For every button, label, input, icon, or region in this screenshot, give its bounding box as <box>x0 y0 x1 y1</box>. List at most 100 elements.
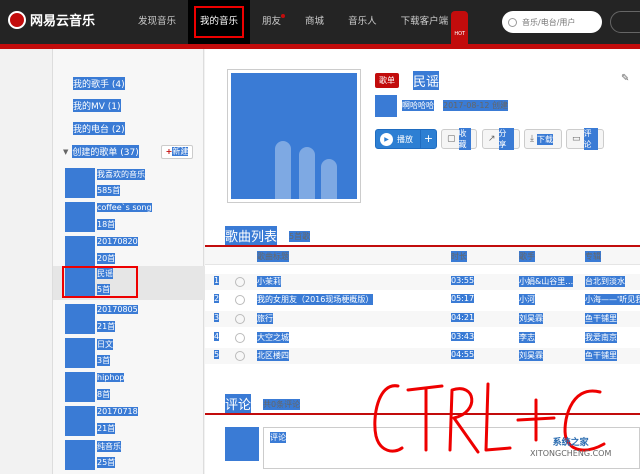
playlist-title: 20170820 <box>97 237 138 246</box>
song-album[interactable]: 小海——'听见我… <box>585 294 640 305</box>
sidebar: 我的歌手 (4) 我的MV (1) 我的电台 (2) ▼ 创建的歌单 (37) … <box>52 49 205 474</box>
nav-musician[interactable]: 音乐人 <box>336 0 389 44</box>
playlist-title: hiphop <box>97 373 125 382</box>
sidebar-my-mv[interactable]: 我的MV (1) <box>73 99 121 112</box>
playlist-count: 20首 <box>97 253 116 264</box>
playlist-item[interactable]: 20170820 20首 <box>53 235 205 269</box>
play-button[interactable]: ▶ 播放 + <box>375 129 437 149</box>
playlist-item[interactable]: 20170718 21首 <box>53 405 205 439</box>
playlist-item[interactable]: 纯音乐 25首 <box>53 439 205 473</box>
nav-download[interactable]: 下载客户端 HOT <box>389 0 469 57</box>
song-title[interactable]: 大空之城 <box>257 332 289 343</box>
song-artist[interactable]: 刘昊霖 <box>519 313 543 324</box>
share-label: 分享 <box>498 128 514 150</box>
playlist-cover <box>65 202 95 232</box>
playlist-count: 585首 <box>97 185 121 196</box>
logo[interactable]: 网易云音乐 <box>8 10 95 29</box>
song-artist[interactable]: 李志 <box>519 332 535 343</box>
created-date: 2017-08-12 创建 <box>443 100 509 111</box>
table-row[interactable]: 5 北区楼四 04:55 刘昊霖 鱼干铺里 <box>205 348 640 364</box>
creator-name[interactable]: 啊哈哈哈 <box>402 100 434 111</box>
logo-text: 网易云音乐 <box>30 14 96 29</box>
song-title[interactable]: 小茉莉 <box>257 276 281 287</box>
sidebar-my-artists[interactable]: 我的歌手 (4) <box>73 77 125 90</box>
cover-figure <box>275 141 291 199</box>
col-artist: 歌手 <box>519 251 535 262</box>
song-title[interactable]: 我的女朋友（2016现场梗概版） <box>257 294 374 305</box>
search-input[interactable] <box>522 17 592 27</box>
comment-button[interactable]: ▭ 评论 <box>566 128 604 150</box>
download-button[interactable]: ⤓ 下载 <box>524 129 562 149</box>
nav-discover[interactable]: 发现音乐 <box>126 0 188 44</box>
share-icon: ↗ <box>488 134 496 144</box>
song-album[interactable]: 台北到淡水 <box>585 276 625 287</box>
playlist-count: 3首 <box>97 355 111 366</box>
row-number: 5 <box>214 350 220 359</box>
collapse-arrow-icon: ▼ <box>63 147 69 156</box>
search-box[interactable] <box>502 11 602 33</box>
playlist-cover <box>65 440 95 470</box>
playlist-cover-large <box>227 69 361 203</box>
download-icon: ⤓ <box>530 134 534 144</box>
row-number: 1 <box>214 276 220 285</box>
song-duration: 04:21 <box>451 313 475 322</box>
play-circle-icon[interactable] <box>235 351 245 361</box>
playlist-item[interactable]: 日文 3首 <box>53 337 205 371</box>
nav-my-music[interactable]: 我的音乐 <box>188 0 251 44</box>
top-navbar: 网易云音乐 发现音乐 我的音乐 朋友 商城 音乐人 下载客户端 HOT <box>0 0 640 57</box>
letter-r <box>448 387 480 454</box>
table-row[interactable]: 1 小茉莉 03:55 小娟&山谷里… 台北到淡水 <box>205 274 640 290</box>
new-playlist-button[interactable]: +新建 <box>161 145 193 159</box>
song-album[interactable]: 鱼干铺里 <box>585 313 617 324</box>
song-list-heading: 歌曲列表 <box>225 226 278 245</box>
playlist-item[interactable]: hiphop 8首 <box>53 371 205 405</box>
folder-icon: ▢ <box>447 134 456 144</box>
cover-image <box>231 73 357 199</box>
playlist-title-main: 民谣 <box>413 71 440 90</box>
cover-figure <box>299 147 315 199</box>
collect-button[interactable]: ▢ 收藏 <box>441 128 477 150</box>
play-circle-icon[interactable] <box>235 295 245 305</box>
table-row[interactable]: 2 我的女朋友（2016现场梗概版） 05:17 小河 小海——'听见我… <box>205 292 640 308</box>
download-label: 下载 <box>536 133 553 145</box>
play-circle-icon[interactable] <box>235 314 245 324</box>
song-artist[interactable]: 小河 <box>519 294 535 305</box>
playlist-count: 8首 <box>97 389 111 400</box>
song-duration: 03:55 <box>451 276 475 285</box>
edit-icon[interactable]: ✎ <box>621 73 629 84</box>
playlist-cover <box>65 406 95 436</box>
playlist-title: 20170805 <box>97 305 138 314</box>
song-title[interactable]: 旅行 <box>257 313 273 324</box>
song-artist[interactable]: 小娟&山谷里… <box>519 276 574 287</box>
created-playlists-label: 创建的歌单 (37) <box>72 145 139 158</box>
table-row[interactable]: 4 大空之城 03:43 李志 我爱南京 <box>205 330 640 346</box>
main-nav: 发现音乐 我的音乐 朋友 商城 音乐人 下载客户端 HOT <box>126 0 469 57</box>
comment-input-label: 评论 <box>270 432 286 443</box>
song-table-header: 歌曲标题 时长 歌手 专辑 <box>205 247 640 265</box>
playlist-item[interactable]: 20170805 21首 <box>53 303 205 337</box>
song-album[interactable]: 我爱南京 <box>585 332 617 343</box>
search-icon <box>508 17 517 27</box>
creator-avatar[interactable] <box>375 95 397 117</box>
sidebar-my-radio[interactable]: 我的电台 (2) <box>73 122 125 135</box>
song-title[interactable]: 北区楼四 <box>257 350 289 361</box>
share-button[interactable]: ↗ 分享 <box>482 128 520 150</box>
add-to-queue-button[interactable]: + <box>420 130 436 148</box>
col-album: 专辑 <box>585 251 601 262</box>
song-album[interactable]: 鱼干铺里 <box>585 350 617 361</box>
play-circle-icon[interactable] <box>235 277 245 287</box>
playlist-title: 20170718 <box>97 407 138 416</box>
play-circle-icon[interactable] <box>235 333 245 343</box>
nav-friends[interactable]: 朋友 <box>250 0 293 44</box>
play-icon: ▶ <box>380 132 393 146</box>
song-artist[interactable]: 刘昊霖 <box>519 350 543 361</box>
playlist-item[interactable]: coffee`s song 18首 <box>53 201 205 235</box>
playlist-count: 25首 <box>97 457 116 468</box>
created-playlists-header[interactable]: ▼ 创建的歌单 (37) <box>63 145 139 158</box>
creator-center-button[interactable] <box>610 11 640 33</box>
playlist-item[interactable]: 我喜欢的音乐 585首 <box>53 167 205 201</box>
table-row[interactable]: 3 旅行 04:21 刘昊霖 鱼干铺里 <box>205 311 640 327</box>
watermark: 系统之家 XITONGCHENG.COM <box>530 438 611 458</box>
nav-store[interactable]: 商城 <box>293 0 336 44</box>
playlist-title: 我喜欢的音乐 <box>97 169 145 180</box>
